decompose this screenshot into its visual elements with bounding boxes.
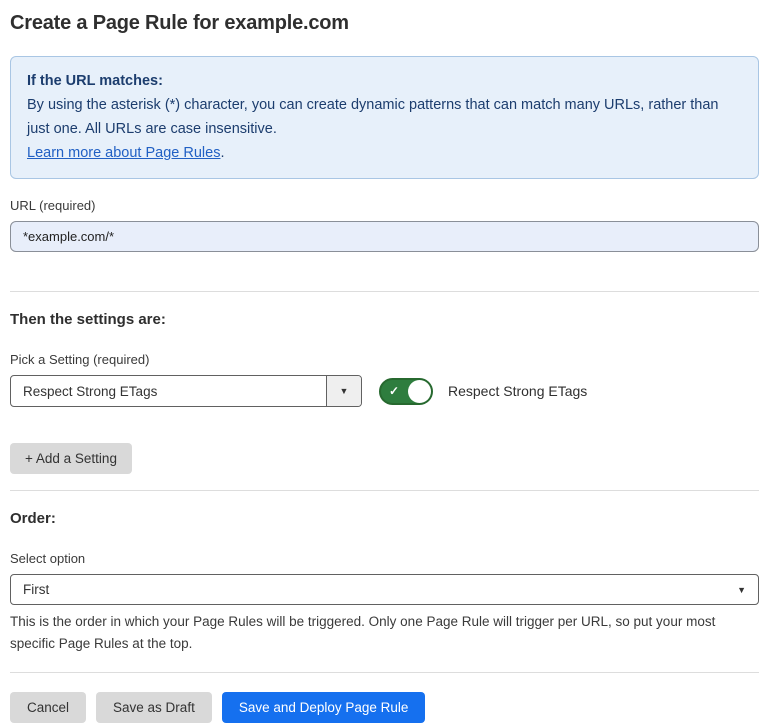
page-rule-form: Create a Page Rule for example.com If th… [0, 0, 769, 723]
order-select[interactable]: First ▼ [10, 574, 759, 605]
add-setting-button[interactable]: + Add a Setting [10, 443, 132, 474]
link-period: . [220, 145, 224, 161]
footer-actions: Cancel Save as Draft Save and Deploy Pag… [10, 692, 759, 723]
order-help-text: This is the order in which your Page Rul… [10, 611, 755, 654]
toggle-knob [408, 380, 431, 403]
page-title: Create a Page Rule for example.com [10, 12, 759, 35]
save-deploy-button[interactable]: Save and Deploy Page Rule [222, 692, 426, 723]
url-match-info-box: If the URL matches: By using the asteris… [10, 56, 759, 179]
check-icon: ✓ [389, 385, 399, 397]
url-input[interactable] [10, 221, 759, 252]
section-divider [10, 490, 759, 491]
cancel-button[interactable]: Cancel [10, 692, 86, 723]
info-box-link-row: Learn more about Page Rules. [27, 141, 742, 165]
info-box-body: By using the asterisk (*) character, you… [27, 93, 742, 141]
learn-more-link[interactable]: Learn more about Page Rules [27, 145, 220, 161]
setting-toggle[interactable]: ✓ [379, 378, 433, 405]
chevron-down-icon: ▼ [737, 585, 746, 595]
order-select-value: First [23, 582, 49, 597]
info-box-heading: If the URL matches: [27, 69, 742, 93]
setting-select[interactable]: Respect Strong ETags ▼ [10, 375, 362, 407]
setting-row: Respect Strong ETags ▼ ✓ Respect Strong … [10, 375, 759, 407]
setting-select-value: Respect Strong ETags [11, 376, 326, 406]
footer-divider [10, 672, 759, 673]
order-select-label: Select option [10, 551, 759, 566]
settings-section-heading: Then the settings are: [10, 311, 759, 328]
url-label: URL (required) [10, 198, 759, 213]
chevron-down-icon: ▼ [326, 376, 361, 406]
save-draft-button[interactable]: Save as Draft [96, 692, 212, 723]
setting-toggle-label: Respect Strong ETags [448, 383, 587, 399]
pick-setting-label: Pick a Setting (required) [10, 352, 759, 367]
section-divider [10, 291, 759, 292]
order-section-heading: Order: [10, 510, 759, 527]
